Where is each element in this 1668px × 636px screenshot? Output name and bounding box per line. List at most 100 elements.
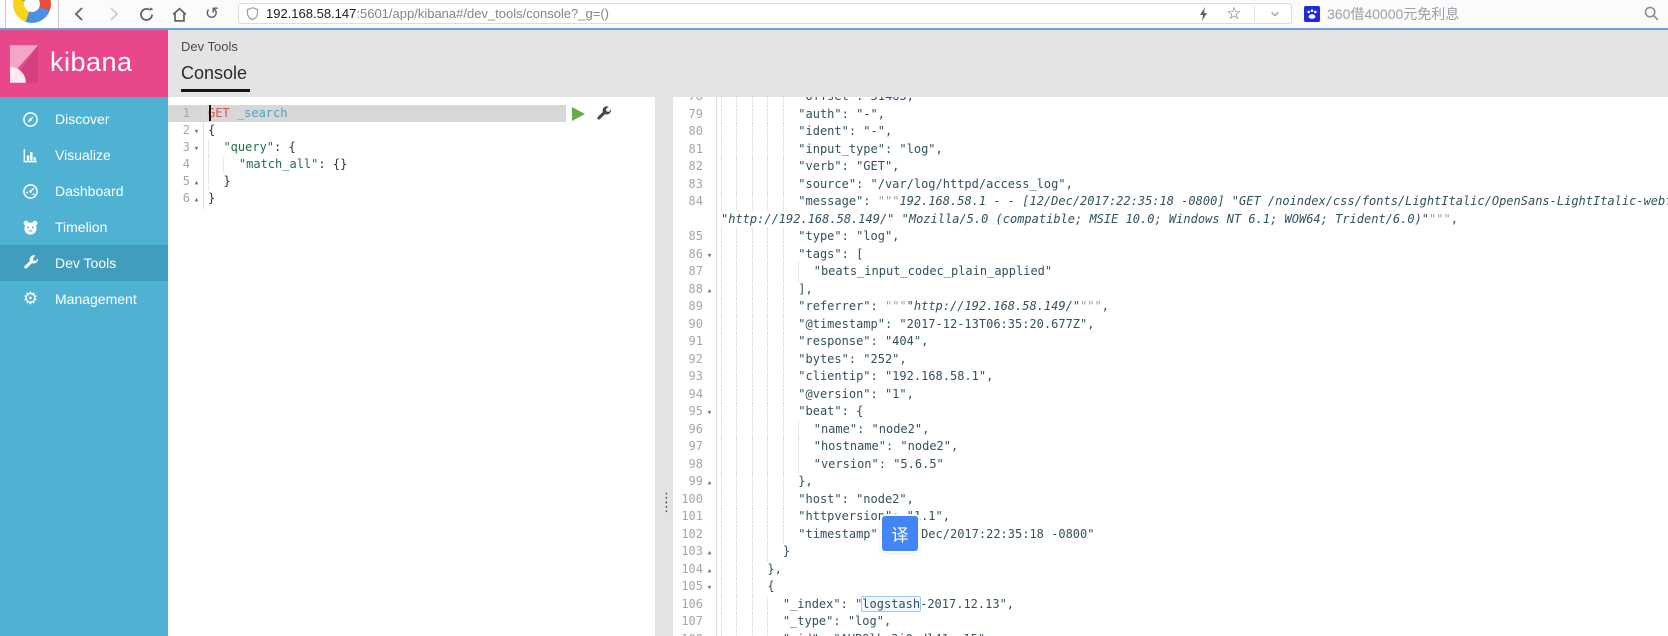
indent-guide [721,280,736,298]
sidebar-item-visualize[interactable]: Visualize [0,137,168,173]
sidebar-item-dev-tools[interactable]: Dev Tools [0,245,168,281]
url-dropdown-button[interactable] [1265,4,1285,24]
home-button[interactable] [169,4,189,24]
code-line: 103 ▴ } [673,543,1668,563]
code-segment: GET [208,106,237,120]
sidebar-item-label: Timelion [55,219,108,235]
code-text: ], [717,280,813,298]
code-segment: "_type": "log", [782,614,892,628]
indent-guide [782,123,798,141]
line-number: 94 [688,386,703,401]
code-segment: { [767,579,775,593]
browser-logo[interactable] [5,0,59,28]
indent-guide [767,315,782,333]
sidebar-item-management[interactable]: ⚙ Management [0,281,168,317]
indent-guide [767,420,782,438]
sidebar-item-timelion[interactable]: Timelion [0,209,168,245]
gutter-cell: 78 [673,97,717,106]
indent-guide [736,578,751,596]
sidebar-item-dashboard[interactable]: Dashboard [0,173,168,209]
code-line: 89 "referrer": """"http://192.168.58.149… [673,298,1668,316]
gutter-cell: 6 ▴ [168,190,204,209]
indent-guide [767,403,782,421]
indent-guide [767,280,782,298]
response-output[interactable]: 78 "offset": 51463,79 "auth": "-",80 "id… [673,97,1668,636]
indent-guide [798,455,813,473]
indent-guide [721,245,736,263]
url-path: :5601/app/kibana#/dev_tools/console?_g=(… [356,6,609,21]
request-editor[interactable]: 1 GET _search 2 ▾{3 ▾ "query": {4 "match_all… [168,97,655,636]
favorite-star-button[interactable]: ☆ [1224,4,1244,24]
indent-guide [751,595,767,613]
indent-guide [721,105,736,123]
indent-guide [736,438,751,456]
gutter-cell: 1 [168,105,204,122]
indent-guide [782,228,798,246]
indent-guide [767,333,782,351]
promo-search-suggestion[interactable]: 360借40000元免利息 [1304,0,1459,28]
indent-guide [721,175,736,193]
indent-guide [736,630,751,636]
code-text: "offset": 51463, [717,97,914,106]
code-text: } [717,543,790,561]
extension-lightning-button[interactable] [1194,4,1214,24]
indent-guide [721,350,736,368]
wrench-icon [597,106,612,120]
tab-console[interactable]: Console [181,63,251,92]
forward-button[interactable] [103,4,123,24]
send-request-button[interactable] [572,107,585,121]
kibana-logo[interactable]: kibana [0,30,168,97]
code-segment: "http://192.168.58.149/" "Mozilla/5.0 (c… [721,211,1430,226]
code-line: 3 ▾ "query": { [168,139,655,158]
request-options-button[interactable] [596,106,612,127]
resizer-grip-icon: ⋮ ⋮ [660,490,673,514]
url-bar[interactable]: 192.168.58.147:5601/app/kibana#/dev_tool… [238,3,1292,24]
code-line: 107 "_type": "log", [673,613,1668,631]
sidebar-item-discover[interactable]: Discover [0,101,168,137]
code-line: 79 "auth": "-", [673,105,1668,123]
code-text: "response": "404", [717,333,928,351]
code-text: "_type": "log", [717,613,892,631]
line-number: 83 [688,176,703,191]
code-segment: "referrer": [798,299,885,313]
app-title: Dev Tools [181,39,238,54]
browser-search-button[interactable] [1643,5,1660,27]
indent-guide [767,228,782,246]
url-text[interactable]: 192.168.58.147:5601/app/kibana#/dev_tool… [266,6,1194,21]
indent-guide [736,228,751,246]
indent-guide [767,525,782,543]
line-number: 93 [688,369,703,383]
code-segment: , [1101,299,1109,313]
indent-guide [767,97,782,106]
line-number: 3 [182,140,190,154]
line-number: 101 [681,509,703,523]
code-text: "@version": "1", [717,385,914,403]
line-number: 84 [688,194,703,208]
code-segment: "timestamp": "12/Dec/2017:22:35:18 -0800… [798,526,1095,541]
bear-icon [22,219,39,236]
indent-guide [767,263,782,281]
reload-button[interactable] [136,4,156,24]
indent-guide [782,315,798,333]
code-line: 106 "_index": "logstash-2017.12.13", [673,595,1668,613]
undo-button[interactable]: ↺ [202,4,222,24]
reload-icon [139,6,153,21]
code-text: } [204,173,231,190]
code-segment: """ [1080,299,1102,313]
fold-toggle-icon[interactable]: ▴ [190,192,203,209]
panel-resizer[interactable]: ⋮ ⋮ [655,97,673,636]
console-workspace: 1 GET _search 2 ▾{3 ▾ "query": {4 "match_all… [168,97,1668,636]
indent-guide [751,280,767,298]
code-segment: : {} [318,157,348,171]
indent-guide [751,228,767,246]
code-segment: "httpversion": "1.1", [798,509,950,523]
code-segment: : { [274,140,296,154]
back-button[interactable] [70,4,90,24]
indent-guide [767,595,782,613]
translate-popup-button[interactable]: 译 [882,516,918,551]
indent-guide [736,490,751,508]
code-text: "@timestamp": "2017-12-13T06:35:20.677Z"… [717,315,1094,333]
indent-guide [782,105,798,123]
line-number: 86 [688,246,703,261]
app-header: Dev Tools Console [168,30,1668,97]
